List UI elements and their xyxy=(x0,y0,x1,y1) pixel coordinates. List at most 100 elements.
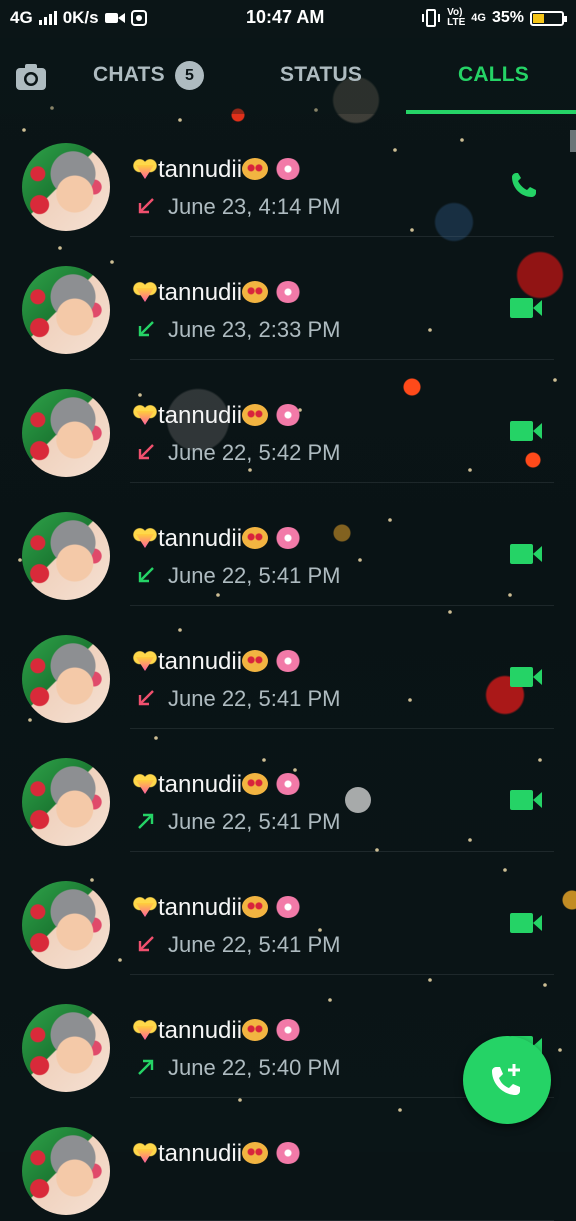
call-timestamp: June 23, 2:33 PM xyxy=(168,317,341,342)
outgoing-call-arrow-icon xyxy=(138,1059,154,1075)
cherry-blossom-emoji-icon xyxy=(274,158,301,180)
tab-status[interactable]: STATUS xyxy=(280,63,362,87)
call-log-row[interactable]: tannudii June 22, 5:41 PM xyxy=(0,852,576,975)
heart-eyes-cat-emoji-icon xyxy=(242,404,269,426)
contact-avatar[interactable] xyxy=(22,881,110,969)
contact-name: tannudii xyxy=(132,771,301,799)
call-timestamp: June 22, 5:41 PM xyxy=(168,809,341,834)
heart-eyes-cat-emoji-icon xyxy=(242,1142,269,1164)
tab-calls[interactable]: CALLS xyxy=(458,63,529,87)
heart-emoji-icon xyxy=(132,1142,158,1164)
volte-bottom: LTE xyxy=(447,17,466,28)
contact-avatar[interactable] xyxy=(22,389,110,477)
call-timestamp: June 23, 4:14 PM xyxy=(168,194,341,219)
missed-call-arrow-icon xyxy=(138,690,154,706)
heart-emoji-icon xyxy=(132,773,158,795)
cherry-blossom-emoji-icon xyxy=(274,281,301,303)
heart-emoji-icon xyxy=(132,158,158,180)
contact-name-text: tannudii xyxy=(158,1017,243,1044)
contact-name: tannudii xyxy=(132,402,301,430)
contact-avatar[interactable] xyxy=(22,1127,110,1215)
call-timestamp: June 22, 5:41 PM xyxy=(168,563,341,588)
contact-name: tannudii xyxy=(132,648,301,676)
cherry-blossom-emoji-icon xyxy=(274,1019,301,1041)
video-call-icon[interactable] xyxy=(508,293,544,323)
missed-call-arrow-icon xyxy=(138,198,154,214)
heart-eyes-cat-emoji-icon xyxy=(242,527,269,549)
contact-name-text: tannudii xyxy=(158,402,243,429)
new-call-icon xyxy=(492,1064,520,1095)
contact-name: tannudii xyxy=(132,894,301,922)
call-log-row[interactable]: tannudii June 22, 5:41 PM xyxy=(0,729,576,852)
gallery-icon xyxy=(130,10,147,26)
heart-emoji-icon xyxy=(132,281,158,303)
contact-name-text: tannudii xyxy=(158,648,243,675)
video-call-icon[interactable] xyxy=(508,908,544,938)
vibrate-icon xyxy=(422,9,441,27)
contact-avatar[interactable] xyxy=(22,266,110,354)
call-log-row[interactable]: tannudii June 22, 5:42 PM xyxy=(0,360,576,483)
heart-emoji-icon xyxy=(132,1019,158,1041)
contact-name: tannudii xyxy=(132,525,301,553)
contact-avatar[interactable] xyxy=(22,512,110,600)
heart-emoji-icon xyxy=(132,404,158,426)
battery-icon xyxy=(530,10,567,26)
contact-avatar[interactable] xyxy=(22,758,110,846)
cherry-blossom-emoji-icon xyxy=(274,404,301,426)
cherry-blossom-emoji-icon xyxy=(274,896,301,918)
video-call-icon[interactable] xyxy=(508,662,544,692)
contact-name-text: tannudii xyxy=(158,525,243,552)
contact-name: tannudii xyxy=(132,1017,301,1045)
incoming-call-arrow-icon xyxy=(138,321,154,337)
scrollbar[interactable] xyxy=(570,130,576,152)
contact-name-text: tannudii xyxy=(158,156,243,183)
heart-eyes-cat-emoji-icon xyxy=(242,896,269,918)
heart-emoji-icon xyxy=(132,896,158,918)
contact-name: tannudii xyxy=(132,156,301,184)
video-call-icon[interactable] xyxy=(508,785,544,815)
cherry-blossom-emoji-icon xyxy=(274,527,301,549)
voice-call-icon[interactable] xyxy=(508,170,544,200)
status-right: Vo) LTE 4G 35% xyxy=(421,8,567,28)
active-tab-indicator xyxy=(406,110,576,114)
call-timestamp: June 22, 5:42 PM xyxy=(168,440,341,465)
tab-bar: CHATS 5 STATUS CALLS xyxy=(0,38,576,114)
cherry-blossom-emoji-icon xyxy=(274,650,301,672)
call-log-row[interactable]: tannudii June 22, 5:41 PM xyxy=(0,483,576,606)
contact-avatar[interactable] xyxy=(22,1004,110,1092)
contact-name-text: tannudii xyxy=(158,279,243,306)
cherry-blossom-emoji-icon xyxy=(274,773,301,795)
contact-avatar[interactable] xyxy=(22,143,110,231)
camera-icon[interactable] xyxy=(15,62,47,92)
network-speed: 0K/s xyxy=(62,8,99,27)
call-log-row[interactable]: tannudii June 22, 5:41 PM xyxy=(0,606,576,729)
heart-emoji-icon xyxy=(132,650,158,672)
chats-unread-badge: 5 xyxy=(175,61,204,90)
contact-name-text: tannudii xyxy=(158,894,243,921)
tab-chats[interactable]: CHATS xyxy=(93,63,165,87)
video-call-icon[interactable] xyxy=(508,416,544,446)
call-log-row[interactable]: tannudii June 23, 4:14 PM xyxy=(0,114,576,237)
heart-eyes-cat-emoji-icon xyxy=(242,1019,269,1041)
clock: 10:47 AM xyxy=(246,7,325,27)
heart-eyes-cat-emoji-icon xyxy=(242,281,269,303)
missed-call-arrow-icon xyxy=(138,444,154,460)
call-timestamp: June 22, 5:41 PM xyxy=(168,686,341,711)
network-type: 4G xyxy=(10,8,33,27)
new-call-button[interactable] xyxy=(463,1036,551,1124)
cherry-blossom-emoji-icon xyxy=(274,1142,301,1164)
contact-avatar[interactable] xyxy=(22,635,110,723)
status-left: 4G 0K/s xyxy=(10,8,147,28)
video-status-icon xyxy=(104,13,125,23)
missed-call-arrow-icon xyxy=(138,936,154,952)
contact-name: tannudii xyxy=(132,279,301,307)
call-timestamp: June 22, 5:41 PM xyxy=(168,932,341,957)
heart-eyes-cat-emoji-icon xyxy=(242,650,269,672)
call-log-row[interactable]: tannudii June 23, 2:33 PM xyxy=(0,237,576,360)
contact-name-text: tannudii xyxy=(158,771,243,798)
contact-name: tannudii xyxy=(132,1140,301,1168)
call-timestamp: June 22, 5:40 PM xyxy=(168,1055,341,1080)
video-call-icon[interactable] xyxy=(508,539,544,569)
contact-name-text: tannudii xyxy=(158,1140,243,1167)
battery-percent: 35% xyxy=(491,9,524,26)
